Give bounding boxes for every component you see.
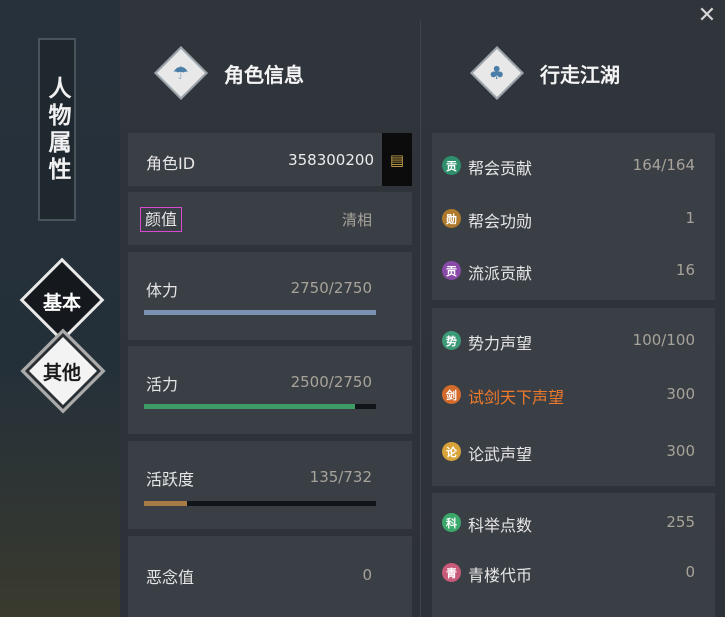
vitality-bar-fill — [144, 404, 355, 409]
close-button[interactable]: ✕ — [695, 4, 719, 28]
guild-merit-icon: 勋 — [442, 209, 461, 228]
section-header-role-info: ☂ 角色信息 — [154, 46, 304, 100]
section-header-jianghu: ♣ 行走江湖 — [470, 46, 620, 100]
reputation-card: 势 势力声望 100/100 剑 试剑天下声望 300 论 论武声望 300 — [432, 308, 715, 486]
exam-points-icon: 科 — [442, 513, 461, 532]
malice-label: 恶念值 — [146, 568, 195, 587]
gourd-emblem-icon: ♣ — [470, 46, 524, 100]
stamina-bar-fill — [144, 310, 376, 315]
brothel-token-label: 青楼代币 — [468, 566, 533, 585]
vertical-title: 人物属性 — [38, 38, 76, 221]
brothel-token-icon: 青 — [442, 563, 461, 582]
tab-other-label[interactable]: 其他 — [22, 358, 102, 385]
stamina-value: 2750/2750 — [290, 279, 372, 297]
martial-debate-icon: 论 — [442, 442, 461, 461]
malice-card: 恶念值 0 — [128, 536, 412, 617]
vitality-label: 活力 — [146, 375, 179, 394]
points-card: 科 科举点数 255 青 青楼代币 0 — [432, 493, 715, 617]
stamina-label: 体力 — [146, 281, 179, 300]
vertical-title-text: 人物属性 — [44, 75, 71, 184]
role-emblem-icon: ☂ — [154, 46, 208, 100]
guild-merit-label: 帮会功勋 — [468, 212, 533, 231]
list-item: 勋 帮会功勋 1 — [432, 205, 715, 235]
list-item: 贡 帮会贡献 164/164 — [432, 152, 715, 182]
tab-basic-label[interactable]: 基本 — [22, 288, 102, 315]
stamina-card: 体力 2750/2750 — [128, 252, 412, 340]
sword-trial-label[interactable]: 试剑天下声望 — [468, 384, 564, 408]
list-item: 科 科举点数 255 — [432, 509, 715, 539]
guild-contribution-icon: 贡 — [442, 156, 461, 175]
appearance-value: 清相 — [341, 211, 372, 229]
activity-card: 活跃度 135/732 — [128, 441, 412, 529]
vitality-card: 活力 2500/2750 — [128, 346, 412, 434]
activity-bar — [144, 501, 376, 506]
role-id-card: 角色ID 358300200 ▤ — [128, 133, 412, 186]
sword-trial-icon: 剑 — [442, 385, 461, 404]
activity-value: 135/732 — [309, 468, 372, 486]
exam-points-value: 255 — [666, 513, 695, 531]
school-contribution-label: 流派贡献 — [468, 264, 533, 283]
guild-card: 贡 帮会贡献 164/164 勋 帮会功勋 1 贡 流派贡献 16 — [432, 133, 715, 300]
appearance-label[interactable]: 颜值 — [140, 207, 183, 232]
martial-debate-label: 论武声望 — [468, 445, 533, 464]
list-item: 剑 试剑天下声望 300 — [432, 381, 715, 411]
list-item: 论 论武声望 300 — [432, 438, 715, 468]
guild-contribution-label: 帮会贡献 — [468, 159, 533, 178]
malice-value: 0 — [362, 566, 372, 584]
school-contribution-icon: 贡 — [442, 261, 461, 280]
column-divider — [420, 20, 421, 617]
appearance-card: 颜值 清相 — [128, 192, 412, 245]
vitality-bar — [144, 404, 376, 409]
list-item: 贡 流派贡献 16 — [432, 257, 715, 287]
guild-contribution-value: 164/164 — [632, 156, 695, 174]
role-id-label: 角色ID — [146, 154, 196, 173]
brothel-token-value: 0 — [685, 563, 695, 581]
role-id-value: 358300200 — [288, 151, 374, 169]
list-item: 势 势力声望 100/100 — [432, 327, 715, 357]
copy-icon[interactable]: ▤ — [382, 133, 412, 186]
stamina-bar — [144, 310, 376, 315]
school-contribution-value: 16 — [675, 261, 695, 279]
faction-reputation-label: 势力声望 — [468, 334, 533, 353]
faction-reputation-value: 100/100 — [632, 331, 695, 349]
faction-reputation-icon: 势 — [442, 331, 461, 350]
vitality-value: 2500/2750 — [290, 373, 372, 391]
role-info-title: 角色信息 — [224, 62, 304, 87]
activity-label: 活跃度 — [146, 470, 195, 489]
exam-points-label: 科举点数 — [468, 516, 533, 535]
martial-debate-value: 300 — [666, 442, 695, 460]
guild-merit-value: 1 — [685, 209, 695, 227]
sword-trial-value: 300 — [666, 385, 695, 403]
list-item: 青 青楼代币 0 — [432, 559, 715, 589]
jianghu-title: 行走江湖 — [540, 62, 620, 87]
activity-bar-fill — [144, 501, 187, 506]
